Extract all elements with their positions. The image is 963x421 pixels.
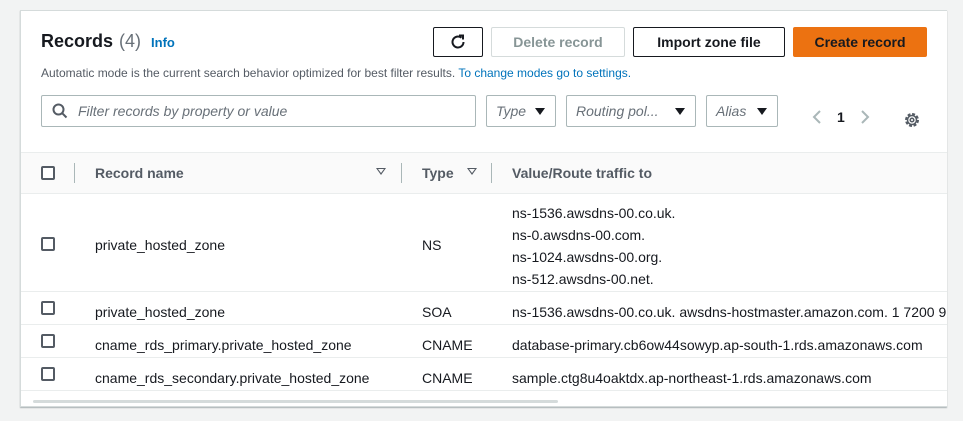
- column-divider: [74, 163, 75, 183]
- column-header-value[interactable]: Value/Route traffic to: [512, 165, 652, 181]
- record-value-cell: ns-1536.awsdns-00.co.uk. awsdns-hostmast…: [512, 304, 947, 320]
- delete-record-button[interactable]: Delete record: [491, 27, 625, 57]
- table-row[interactable]: cname_rds_primary.private_hosted_zone CN…: [21, 325, 947, 358]
- alias-filter-label: Alias: [716, 103, 747, 119]
- sort-icon[interactable]: [376, 168, 386, 175]
- filter-search-box[interactable]: [41, 95, 476, 127]
- records-header: Records (4) Info: [41, 31, 175, 52]
- record-value-line: ns-512.awsdns-00.net.: [512, 271, 654, 287]
- table-header: Record name Type Value/Route traffic to: [21, 152, 947, 194]
- search-icon: [52, 103, 68, 119]
- search-mode-text: Automatic mode is the current search beh…: [41, 66, 459, 80]
- records-panel: Records (4) Info Automatic mode is the c…: [20, 10, 947, 407]
- chevron-right-icon[interactable]: [859, 109, 871, 125]
- page-title: Records: [41, 31, 114, 51]
- record-value-cell: database-primary.cb6ow44sowyp.ap-south-1…: [512, 337, 923, 353]
- row-checkbox[interactable]: [41, 237, 55, 251]
- record-value-line: ns-0.awsdns-00.com.: [512, 227, 646, 243]
- record-value-cell: sample.ctg8u4oaktdx.ap-northeast-1.rds.a…: [512, 370, 872, 386]
- refresh-icon: [451, 34, 465, 49]
- table-row[interactable]: private_hosted_zone NS ns-1536.awsdns-00…: [21, 193, 947, 292]
- record-value-cell: ns-1536.awsdns-00.co.uk. ns-0.awsdns-00.…: [512, 202, 675, 290]
- record-name-cell[interactable]: cname_rds_primary.private_hosted_zone: [95, 337, 352, 353]
- record-value-line: ns-1024.awsdns-00.org.: [512, 249, 663, 265]
- table-row[interactable]: private_hosted_zone SOA ns-1536.awsdns-0…: [21, 292, 947, 325]
- record-type-cell: CNAME: [422, 337, 473, 353]
- sort-icon[interactable]: [467, 168, 477, 175]
- record-type-cell: SOA: [422, 304, 452, 320]
- record-value-line: ns-1536.awsdns-00.co.uk.: [512, 205, 676, 221]
- column-divider: [491, 163, 492, 183]
- routing-policy-filter-label: Routing pol...: [576, 103, 659, 119]
- record-type-cell: CNAME: [422, 370, 473, 386]
- routing-policy-filter-select[interactable]: Routing pol...: [566, 95, 696, 127]
- pagination: 1: [811, 109, 871, 125]
- chevron-left-icon[interactable]: [811, 109, 823, 125]
- row-checkbox[interactable]: [41, 367, 55, 381]
- record-name-cell[interactable]: private_hosted_zone: [95, 304, 225, 320]
- record-type-cell: NS: [422, 237, 442, 253]
- table-row[interactable]: cname_rds_secondary.private_hosted_zone …: [21, 358, 947, 391]
- alias-filter-select[interactable]: Alias: [706, 95, 778, 127]
- caret-down-icon: [757, 107, 767, 115]
- search-mode-description: Automatic mode is the current search beh…: [41, 66, 631, 80]
- record-count: (4): [119, 31, 142, 51]
- record-name-cell[interactable]: private_hosted_zone: [95, 237, 225, 253]
- type-filter-select[interactable]: Type: [486, 95, 556, 127]
- row-checkbox[interactable]: [41, 301, 55, 315]
- record-name-cell[interactable]: cname_rds_secondary.private_hosted_zone: [95, 370, 369, 386]
- horizontal-scrollbar[interactable]: [33, 400, 558, 403]
- caret-down-icon: [675, 107, 685, 115]
- row-checkbox[interactable]: [41, 334, 55, 348]
- column-divider: [401, 163, 402, 183]
- refresh-button[interactable]: [433, 27, 483, 57]
- create-record-button[interactable]: Create record: [793, 27, 927, 57]
- caret-down-icon: [535, 107, 545, 115]
- change-modes-link[interactable]: To change modes go to settings.: [458, 66, 631, 80]
- info-link[interactable]: Info: [151, 35, 175, 50]
- import-zone-file-button[interactable]: Import zone file: [633, 27, 785, 57]
- type-filter-label: Type: [496, 103, 527, 119]
- current-page-number[interactable]: 1: [837, 109, 845, 125]
- column-header-type[interactable]: Type: [422, 165, 454, 181]
- gear-icon[interactable]: [903, 111, 921, 129]
- column-header-record-name[interactable]: Record name: [95, 165, 184, 181]
- select-all-checkbox[interactable]: [41, 166, 55, 180]
- filter-input[interactable]: [76, 102, 470, 120]
